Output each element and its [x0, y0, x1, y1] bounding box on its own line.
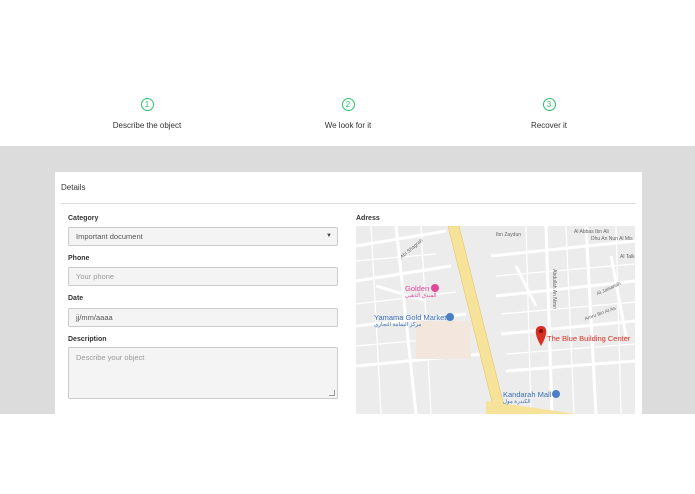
phone-label: Phone: [68, 255, 90, 262]
step-label-3: Recover it: [530, 121, 567, 130]
details-card: Details Category Important document ▼ Ph…: [55, 172, 642, 414]
street-label: Ibn Zaydun: [496, 232, 522, 238]
poi-kandarah-mall[interactable]: Kandarah Mall الكندرة مول: [503, 390, 551, 405]
description-placeholder: Describe your object: [76, 353, 145, 362]
street-label: Abdullah An Nimri: [550, 269, 557, 309]
resize-handle-icon[interactable]: [329, 390, 335, 396]
category-value: Important document: [76, 232, 143, 241]
street-label: Al Talk: [620, 254, 635, 260]
page-footer-space: [0, 414, 695, 494]
card-divider: [61, 203, 636, 204]
map-marker-label[interactable]: The Blue Building Center: [547, 334, 630, 343]
card-title: Details: [61, 183, 86, 192]
step-label-1: Describe the object: [112, 121, 182, 130]
step-number-1: 1: [140, 98, 154, 111]
street-label: Dhu An Nun Al Mis: [591, 236, 633, 242]
poi-yamama-gold-market[interactable]: Yamama Gold Market مركز اليمامة التجاري: [374, 313, 446, 328]
step-number-2: 2: [341, 98, 355, 111]
date-input[interactable]: jj/mm/aaaa: [68, 308, 338, 327]
phone-input[interactable]: Your phone: [68, 267, 338, 286]
description-label: Description: [68, 336, 107, 343]
chevron-down-icon: ▼: [326, 233, 332, 239]
category-label: Category: [68, 215, 99, 222]
poi-golden[interactable]: Golden الفندق الذهبي: [405, 284, 437, 299]
address-map[interactable]: Abi Shagrah Ibn Zaydun Al Abbas Ibn Ali …: [356, 226, 635, 414]
description-textarea[interactable]: Describe your object: [68, 347, 338, 399]
steps-section: 1 Describe the object 2 We look for it 3…: [0, 0, 695, 146]
step-2: 2 We look for it: [268, 94, 428, 130]
step-1: 1 Describe the object: [67, 94, 227, 130]
poi-name-arabic: الكندرة مول: [503, 399, 531, 405]
poi-name-arabic: الفندق الذهبي: [405, 293, 437, 299]
street-label: Al Abbas Ibn Ali: [574, 229, 609, 235]
step-number-3: 3: [542, 98, 556, 111]
address-label: Adress: [356, 215, 380, 222]
category-select[interactable]: Important document ▼: [68, 227, 338, 246]
step-label-2: We look for it: [324, 121, 372, 130]
poi-name: Golden: [405, 284, 430, 293]
poi-name-arabic: مركز اليمامة التجاري: [374, 322, 422, 328]
poi-name: Kandarah Mall: [503, 390, 552, 399]
poi-name: Yamama Gold Market: [374, 313, 447, 322]
step-3: 3 Recover it: [469, 94, 629, 130]
date-label: Date: [68, 295, 84, 302]
